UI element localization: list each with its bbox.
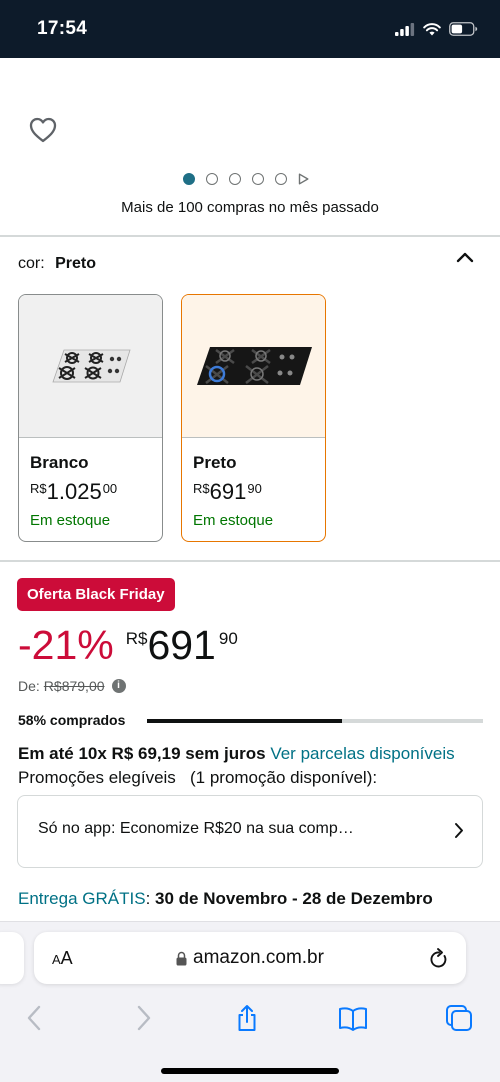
- price-currency: R$: [125, 629, 148, 648]
- price-whole: 691: [147, 622, 216, 668]
- battery-icon: [449, 22, 478, 36]
- wifi-icon: [423, 22, 441, 35]
- color-selected-value: Preto: [55, 255, 97, 272]
- price-currency: R$: [193, 481, 210, 496]
- section-divider: [0, 235, 500, 237]
- price-whole: 691: [209, 479, 247, 504]
- section-divider: [0, 560, 500, 562]
- installments-link[interactable]: Ver parcelas disponíveis: [270, 744, 454, 763]
- delivery-line: Entrega GRÁTIS: 30 de Novembro - 28 de D…: [18, 889, 433, 909]
- home-indicator: [161, 1068, 339, 1074]
- sold-progress-bar: [147, 719, 483, 723]
- delivery-colon: :: [145, 889, 151, 908]
- price-currency: R$: [30, 481, 47, 496]
- tabs-icon[interactable]: [445, 1004, 473, 1032]
- original-price: De: R$879,00 i: [18, 678, 126, 694]
- chevron-right-icon: [455, 823, 463, 838]
- installments-text: Em até 10x R$ 69,19 sem juros: [18, 744, 266, 763]
- price-whole: 1.025: [46, 479, 102, 504]
- color-option-name: Preto: [193, 453, 237, 472]
- share-icon[interactable]: [233, 1004, 261, 1032]
- carousel-dot-5[interactable]: [275, 173, 287, 185]
- color-option-name: Branco: [30, 453, 89, 472]
- color-option-branco[interactable]: Branco R$ 1.025 00 Em estoque: [18, 294, 163, 542]
- status-icons: [395, 19, 478, 39]
- info-icon[interactable]: i: [111, 679, 126, 693]
- color-option-preto[interactable]: Preto R$ 691 90 Em estoque: [181, 294, 326, 542]
- previous-tab-preview[interactable]: [0, 932, 24, 984]
- delivery-dates: 30 de Novembro - 28 de Dezembro: [155, 889, 433, 908]
- price-cents: 90: [247, 481, 262, 496]
- original-price-label: De:: [18, 678, 40, 694]
- browser-toolbar: AA amazon.com.br: [0, 921, 500, 1082]
- promotion-card[interactable]: Só no app: Economize R$20 na sua comp…: [17, 795, 483, 868]
- black-friday-badge: Oferta Black Friday: [17, 578, 175, 611]
- installments-line: Em até 10x R$ 69,19 sem juros Ver parcel…: [18, 744, 455, 764]
- sold-progress-fill: [147, 719, 342, 723]
- promotion-text: Só no app: Economize R$20 na sua comp…: [38, 820, 354, 837]
- video-play-icon[interactable]: [298, 173, 309, 185]
- carousel-dot-4[interactable]: [252, 173, 264, 185]
- promotions-title: Promoções elegíveis: [18, 768, 176, 787]
- back-arrow-icon[interactable]: [21, 1004, 49, 1032]
- color-option-price: R$ 1.025 00: [30, 479, 162, 505]
- discount-percent: -21%: [18, 622, 114, 668]
- status-bar: 17:54: [0, 0, 500, 58]
- carousel-dot-2[interactable]: [206, 173, 218, 185]
- stock-status: Em estoque: [30, 512, 111, 529]
- promotions-count: (1 promoção disponível):: [189, 768, 378, 787]
- color-option-price: R$ 691 90: [193, 479, 325, 505]
- sold-percent-label: 58% comprados: [18, 712, 126, 728]
- color-selector-label: cor: Preto: [18, 255, 96, 273]
- url-text: amazon.com.br: [193, 947, 324, 968]
- carousel-dot-3[interactable]: [229, 173, 241, 185]
- price-cents: 00: [102, 481, 118, 496]
- forward-arrow-icon[interactable]: [129, 1004, 157, 1032]
- wishlist-heart-icon[interactable]: [28, 116, 58, 144]
- address-bar[interactable]: AA amazon.com.br: [34, 932, 466, 984]
- cellular-signal-icon: [395, 22, 415, 36]
- promotions-label: Promoções elegíveis (1 promoção disponív…: [18, 768, 377, 788]
- status-time: 17:54: [37, 18, 88, 39]
- carousel-dot-1[interactable]: [183, 173, 195, 185]
- image-carousel-dots: [183, 173, 309, 185]
- stock-status: Em estoque: [193, 512, 274, 529]
- color-label: cor:: [18, 255, 45, 272]
- bookmarks-icon[interactable]: [338, 1004, 368, 1032]
- product-image-preto: [182, 295, 325, 438]
- lock-icon: [176, 951, 187, 965]
- free-delivery-link[interactable]: Entrega GRÁTIS: [18, 889, 146, 908]
- purchase-count-text: Mais de 100 compras no mês passado: [121, 199, 379, 216]
- reload-icon[interactable]: [429, 947, 449, 969]
- price-cents: 90: [218, 629, 238, 648]
- url-display: amazon.com.br: [34, 947, 466, 969]
- cooktop-white-image: [51, 349, 131, 383]
- cooktop-black-image: [196, 347, 312, 385]
- original-price-value: R$879,00: [43, 678, 105, 694]
- product-image-branco: [19, 295, 162, 438]
- price-row: -21% R$ 691 90: [18, 622, 238, 669]
- chevron-up-icon[interactable]: [456, 251, 474, 263]
